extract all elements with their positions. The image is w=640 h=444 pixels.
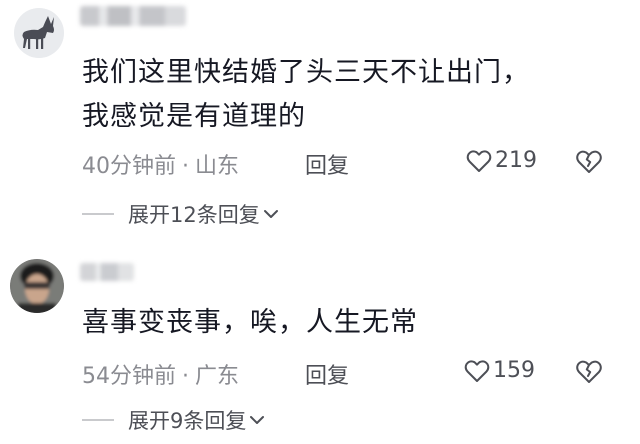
comment-time: 40分钟前: [82, 154, 176, 179]
dislike-button[interactable]: [575, 149, 603, 178]
donkey-avatar-icon: [14, 8, 64, 58]
expand-replies-button[interactable]: 展开12条回复: [82, 199, 279, 229]
divider-line: [82, 419, 114, 421]
heart-icon: [464, 359, 490, 382]
dislike-button[interactable]: [575, 359, 603, 388]
broken-heart-icon: [576, 360, 602, 383]
reply-button[interactable]: 回复: [305, 148, 349, 180]
chevron-down-icon: [250, 416, 265, 424]
comment-content-line-2: 我感觉是有道理的: [82, 101, 306, 132]
like-button[interactable]: 159: [464, 358, 535, 383]
comment-location: 山东: [195, 154, 240, 179]
comment-meta: 40分钟前 · 山东: [82, 148, 239, 180]
expand-replies-label: 展开12条回复: [128, 203, 260, 227]
user-photo-avatar-icon: [10, 259, 64, 313]
like-button[interactable]: 219: [466, 148, 537, 173]
separator-dot: ·: [182, 364, 189, 389]
heart-icon: [466, 149, 492, 172]
username[interactable]: [80, 263, 134, 281]
expand-replies-label: 展开9条回复: [128, 409, 247, 433]
comment-content-line-1: 我们这里快结婚了头三天不让出门，: [82, 57, 530, 88]
chevron-down-icon: [263, 210, 278, 218]
like-count: 219: [495, 148, 537, 173]
username[interactable]: [80, 6, 186, 28]
avatar[interactable]: [10, 259, 64, 313]
comment-time: 54分钟前: [82, 364, 176, 389]
like-count: 159: [493, 358, 535, 383]
expand-replies-button[interactable]: 展开9条回复: [82, 405, 265, 435]
avatar[interactable]: [14, 8, 64, 58]
reply-button[interactable]: 回复: [305, 358, 349, 390]
comment-meta: 54分钟前 · 广东: [82, 358, 239, 390]
comment-location: 广东: [195, 364, 240, 389]
divider-line: [82, 213, 114, 215]
broken-heart-icon: [576, 150, 602, 173]
comment-content-line-1: 喜事变丧事，唉，人生无常: [82, 307, 418, 338]
separator-dot: ·: [182, 154, 189, 179]
